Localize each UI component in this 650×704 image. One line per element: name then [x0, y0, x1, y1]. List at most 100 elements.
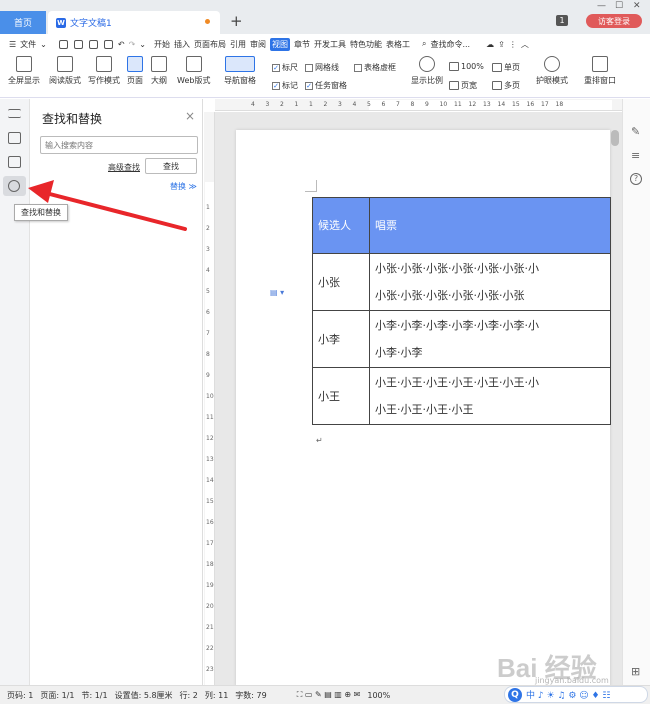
candidate-cell[interactable]: 小李: [312, 310, 370, 368]
find-button[interactable]: 查找: [145, 158, 197, 174]
edit-pen-icon[interactable]: ✎: [631, 125, 640, 138]
document-icon[interactable]: [8, 132, 21, 144]
zoom-ratio-button[interactable]: 显示比例: [411, 56, 443, 86]
page-width-button[interactable]: 页宽: [449, 80, 477, 91]
maximize-button[interactable]: ☐: [615, 1, 623, 11]
vote-cell[interactable]: 小李·小李·小李·小李·小李·小李·小 小李·小李: [369, 310, 611, 368]
view-icons[interactable]: ⛶ ▭ ✎ ▤ ▥ ⊕ ✉: [297, 690, 361, 700]
print-icon[interactable]: [88, 39, 98, 49]
table-border-checkbox[interactable]: 表格虚框: [354, 62, 396, 73]
menu-review[interactable]: 审阅: [250, 39, 266, 50]
checkbox-icon: ✓: [272, 81, 280, 90]
replace-toggle[interactable]: 替换 ≫: [170, 181, 197, 192]
eye-mode-button[interactable]: 护眼模式: [536, 56, 568, 86]
fullscreen-button[interactable]: 全屏显示: [8, 56, 40, 86]
navigation-icon[interactable]: [8, 109, 21, 118]
web-view-button[interactable]: Web版式: [177, 56, 210, 86]
share-icon[interactable]: ⇪: [498, 40, 505, 49]
checkbox-icon: [354, 63, 362, 72]
vertical-ruler[interactable]: 1234567891011121314151617181920212223242…: [204, 112, 215, 702]
hamburger-icon[interactable]: ☰: [9, 40, 16, 49]
tab-document[interactable]: W 文字文稿1: [48, 11, 220, 34]
status-row[interactable]: 行: 2: [180, 690, 198, 701]
web-icon: [185, 56, 202, 72]
file-menu-chevron-icon[interactable]: ⌄: [40, 40, 47, 49]
status-section[interactable]: 节: 1/1: [81, 690, 107, 701]
find-replace-panel: 查找和替换 × 高级查找 查找 替换 ≫: [31, 99, 203, 685]
search-input[interactable]: [40, 136, 198, 154]
menu-insert[interactable]: 插入: [174, 39, 190, 50]
horizontal-ruler[interactable]: 4 3 2 1 1 2 3 4 5 6 7 8 9 10 11 12 13 14 15 16 17 18: [215, 99, 622, 111]
save-icon[interactable]: [58, 39, 68, 49]
watermark-url: jingyan.baidu.com: [535, 676, 609, 685]
quick-access-chevron-icon[interactable]: ⌄: [139, 40, 146, 49]
close-icon[interactable]: ×: [185, 109, 195, 123]
nav-pane-button[interactable]: 导航窗格: [224, 56, 256, 86]
paragraph-mark: ↵: [316, 436, 323, 445]
candidate-cell[interactable]: 小张: [312, 253, 370, 311]
rearrange-label: 重排窗口: [584, 76, 616, 85]
print-preview-icon[interactable]: [103, 39, 113, 49]
status-zoom[interactable]: 100%: [367, 691, 390, 700]
menu-developer[interactable]: 开发工具: [314, 39, 346, 50]
settings-sliders-icon[interactable]: ≡: [631, 149, 640, 162]
single-page-button[interactable]: 单页: [492, 62, 520, 73]
status-word-count[interactable]: 字数: 79: [235, 690, 266, 701]
vote-cell[interactable]: 小王·小王·小王·小王·小王·小王·小 小王·小王·小王·小王: [369, 367, 611, 425]
header-vote[interactable]: 唱票: [369, 197, 611, 254]
tab-home[interactable]: 首页: [0, 11, 46, 34]
ime-toolbar[interactable]: Q 中 ♪ ☀ ♫ ⚙ ☺ ♦ ☷: [504, 686, 648, 703]
menu-reference[interactable]: 引用: [230, 39, 246, 50]
bookmark-icon[interactable]: [8, 156, 21, 168]
ruler-tick-label: 2: [323, 101, 328, 108]
minimize-button[interactable]: —: [597, 1, 606, 11]
new-tab-button[interactable]: +: [230, 12, 243, 30]
grid-apps-icon[interactable]: ⊞: [631, 665, 640, 678]
guest-login-button[interactable]: 访客登录: [586, 14, 642, 28]
menu-view[interactable]: 视图: [269, 37, 290, 51]
rearrange-window-button[interactable]: 重排窗口: [584, 56, 616, 86]
help-icon[interactable]: ?: [630, 173, 642, 185]
window-count-badge[interactable]: 1: [556, 15, 568, 26]
outline-button[interactable]: 大纲: [151, 56, 167, 86]
candidate-cell[interactable]: 小王: [312, 367, 370, 425]
menu-table-tools[interactable]: 表格工: [386, 39, 410, 50]
reading-mode-button[interactable]: 阅读版式: [49, 56, 81, 86]
menu-start[interactable]: 开始: [154, 39, 170, 50]
ruler-tick-label: 5: [367, 101, 371, 108]
zoom-100-button[interactable]: 100%: [449, 62, 484, 71]
advanced-find-link[interactable]: 高级查找: [108, 162, 140, 173]
vote-table[interactable]: 候选人 唱票 小张 小张·小张·小张·小张·小张·小张·小 小张·小张·小张·小张…: [312, 197, 611, 425]
search-icon[interactable]: ⌕: [422, 39, 426, 49]
command-search[interactable]: 查找命令...: [430, 39, 470, 50]
paragraph-layout-icon[interactable]: ▤ ▾: [270, 288, 284, 297]
status-page-number[interactable]: 页码: 1: [7, 690, 33, 701]
multi-page-button[interactable]: 多页: [492, 80, 520, 91]
header-candidate[interactable]: 候选人: [312, 197, 370, 254]
menu-page-layout[interactable]: 页面布局: [194, 39, 226, 50]
undo-icon[interactable]: ↶: [118, 40, 125, 49]
writing-mode-button[interactable]: 写作模式: [88, 56, 120, 86]
ime-tools[interactable]: 中 ♪ ☀ ♫ ⚙ ☺ ♦ ☷: [526, 688, 611, 701]
close-window-button[interactable]: ✕: [633, 1, 641, 11]
gridline-checkbox[interactable]: 网格线: [305, 62, 339, 73]
redo-icon[interactable]: ↷: [129, 40, 136, 49]
cloud-icon[interactable]: ☁: [486, 40, 494, 49]
status-column[interactable]: 列: 11: [205, 690, 228, 701]
more-icon[interactable]: ⋮: [509, 40, 517, 49]
status-setting[interactable]: 设置值: 5.8厘米: [115, 690, 173, 701]
menu-chapter[interactable]: 章节: [294, 39, 310, 50]
export-pdf-icon[interactable]: [73, 39, 83, 49]
markup-checkbox[interactable]: ✓ 标记: [272, 80, 298, 91]
find-replace-icon[interactable]: [8, 180, 20, 192]
vote-cell[interactable]: 小张·小张·小张·小张·小张·小张·小 小张·小张·小张·小张·小张·小张: [369, 253, 611, 311]
vertical-scrollbar-thumb[interactable]: [611, 130, 619, 146]
ruler-checkbox[interactable]: ✓ 标尺: [272, 62, 298, 73]
file-menu[interactable]: 文件: [20, 39, 36, 50]
collapse-ribbon-icon[interactable]: ︿: [521, 39, 529, 50]
ruler-tick-label: 17: [206, 540, 214, 547]
task-pane-checkbox[interactable]: ✓ 任务窗格: [305, 80, 347, 91]
menu-special[interactable]: 特色功能: [350, 39, 382, 50]
page-view-button[interactable]: 页面: [127, 56, 143, 86]
status-pages[interactable]: 页面: 1/1: [40, 690, 74, 701]
